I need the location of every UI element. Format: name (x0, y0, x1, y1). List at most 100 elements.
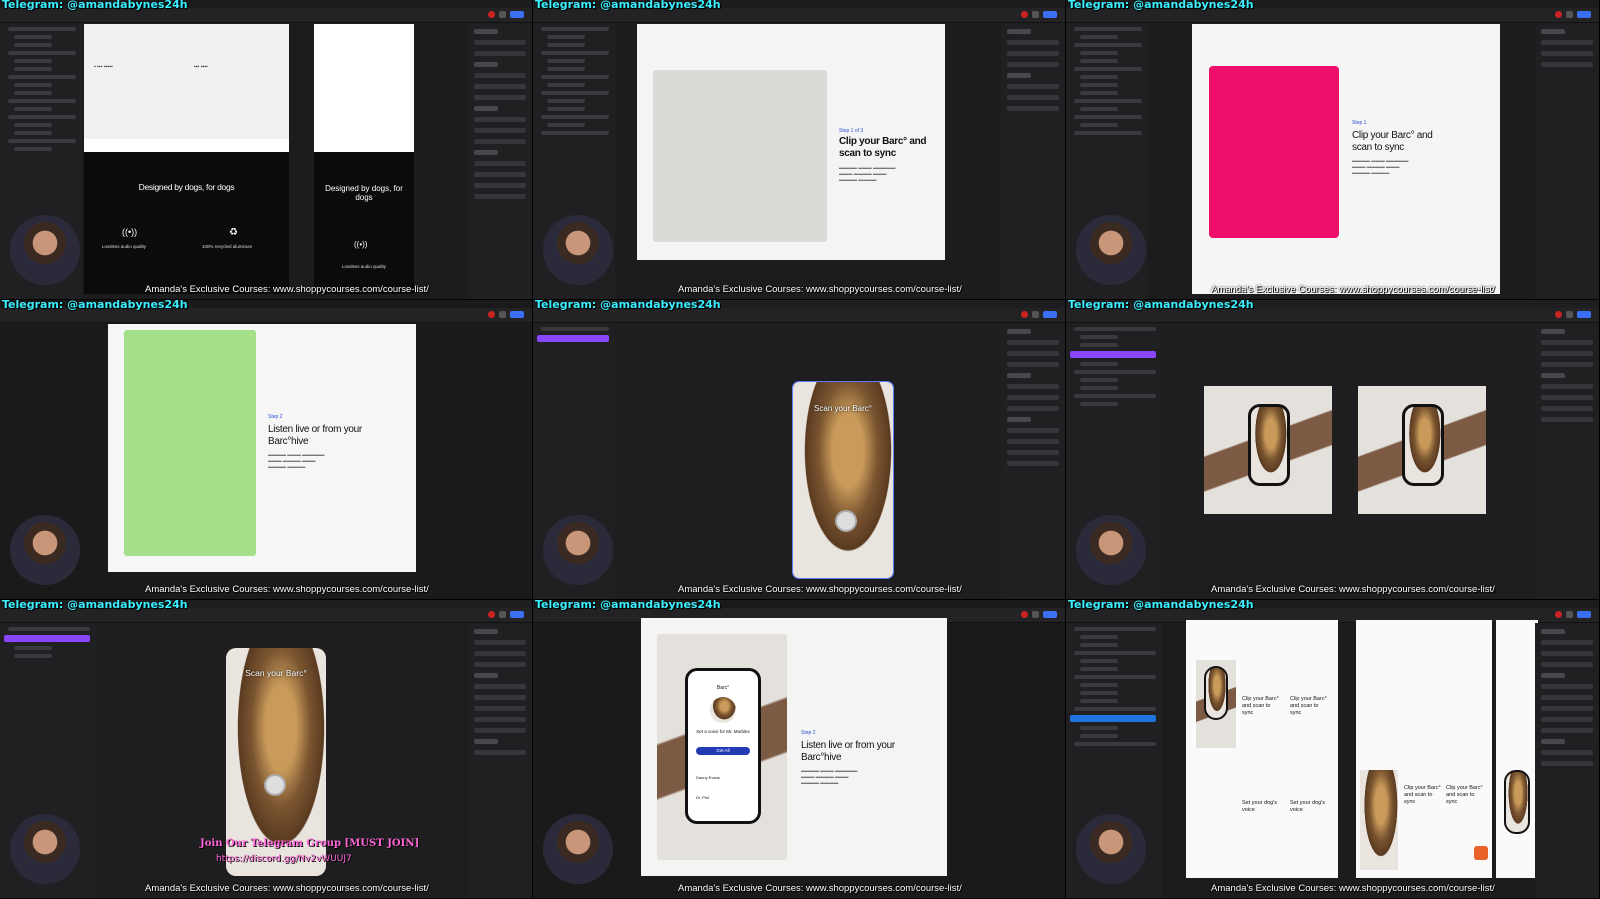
share-button[interactable] (510, 11, 524, 18)
telegram-overlay: Telegram: @amandabynes24h (1068, 0, 1254, 11)
design-canvas[interactable]: Step 1 of 3 Clip your Barc° and scan to … (637, 24, 945, 260)
telegram-join-text: Join Our Telegram Group [MUST JOIN] (200, 838, 420, 849)
play-icon[interactable] (499, 11, 506, 18)
mobile-feature-heading: Designed by dogs, for dogs (325, 184, 403, 202)
properties-panel (468, 623, 532, 898)
thumbnail-tile-6[interactable]: Telegram: @amandabynes24h Amanda's Exclu… (1066, 300, 1600, 600)
selected-layer[interactable] (4, 635, 90, 642)
telegram-overlay: Telegram: @amandabynes24h (535, 300, 721, 311)
play-icon[interactable] (499, 311, 506, 318)
presenter-webcam (10, 215, 80, 285)
hand-mockup: Barc° Set a voice for Mr. Marbles Get Al… (657, 634, 787, 860)
thumbnail-tile-9[interactable]: Telegram: @amandabynes24h Clip your Barc… (1066, 600, 1600, 899)
body-copy: ▬▬▬▬ ▬▬▬ ▬▬▬▬▬ ▬▬▬ ▬▬▬▬ ▬▬▬ ▬▬▬▬ ▬▬▬▬ (839, 165, 896, 182)
selected-layer[interactable] (1070, 351, 1156, 358)
phone-mockup: Barc° Set a voice for Mr. Marbles Get Al… (685, 668, 761, 824)
overlay-title: Scan your Barc° (814, 404, 872, 413)
play-icon[interactable] (1566, 311, 1573, 318)
mobile-canvas[interactable]: Designed by dogs, for dogs ((•)) Lossles… (314, 24, 414, 294)
presenter-webcam (10, 515, 80, 585)
share-button[interactable] (1577, 11, 1591, 18)
share-button[interactable] (1577, 311, 1591, 318)
design-canvas[interactable]: Step 1 Clip your Barc° and scan to sync … (1192, 24, 1500, 294)
body-copy: ▬▬▬▬ ▬▬▬ ▬▬▬▬▬ ▬▬▬ ▬▬▬▬ ▬▬▬ ▬▬▬▬ ▬▬▬▬ (268, 452, 325, 469)
phone-frame-canvas[interactable]: Scan your Barc° (792, 381, 894, 579)
telegram-overlay: Telegram: @amandabynes24h (535, 600, 721, 611)
thumbnail-tile-3[interactable]: Telegram: @amandabynes24h Step 1 Clip yo… (1066, 0, 1600, 300)
mobile-feature-label: Lossless audio quality (341, 264, 387, 269)
thumbnail-tile-2[interactable]: Telegram: @amandabynes24h Step 1 of 3 Cl… (533, 0, 1066, 300)
presenter-webcam (1076, 515, 1146, 585)
bottom-title-2: Set your dog's voice (1290, 800, 1325, 813)
list-item-phil[interactable]: Dr. Phil (696, 795, 709, 800)
mobile-audio-icon: ((•)) (354, 240, 368, 249)
mockup-frame-1[interactable] (1204, 386, 1332, 514)
share-button[interactable] (510, 611, 524, 618)
body-copy: ▬▬▬▬ ▬▬▬ ▬▬▬▬▬ ▬▬▬ ▬▬▬▬ ▬▬▬ ▬▬▬▬ ▬▬▬▬ (1352, 158, 1409, 175)
dog-photo (1360, 770, 1398, 870)
design-canvas[interactable]: Step 2 Listen live or from your Barc°hiv… (108, 324, 416, 572)
mockup-frame-2[interactable] (1358, 386, 1486, 514)
telegram-overlay: Telegram: @amandabynes24h (2, 0, 188, 11)
record-icon (1021, 11, 1028, 18)
properties-panel (1535, 623, 1599, 898)
phone-mockup (1204, 666, 1228, 720)
recycle-icon: ♻ (229, 227, 238, 238)
section-title: Listen live or from your Barc°hive (268, 424, 362, 447)
design-canvas[interactable]: ▪ ▪▪▪ ▪▪▪▪▪ ▪▪▪ ▪▪▪▪ Designed by dogs, f… (84, 24, 289, 294)
watermark-text: Amanda's Exclusive Courses: www.shoppyco… (145, 883, 429, 894)
thumbnail-tile-5[interactable]: Telegram: @amandabynes24h Scan your Barc… (533, 300, 1066, 600)
play-icon[interactable] (1566, 611, 1573, 618)
play-icon[interactable] (1032, 11, 1039, 18)
canvas-frame-2[interactable]: Clip your Barc° and scan to sync Clip yo… (1356, 620, 1492, 878)
thumbnail-tile-1[interactable]: Telegram: @amandabynes24h ▪ ▪▪▪ ▪▪▪▪▪ ▪▪… (0, 0, 533, 300)
record-icon (488, 311, 495, 318)
record-icon (1021, 611, 1028, 618)
play-icon[interactable] (1566, 11, 1573, 18)
presenter-webcam (10, 814, 80, 884)
properties-panel (1535, 23, 1599, 299)
record-icon (488, 11, 495, 18)
feature-heading: Designed by dogs, for dogs (138, 182, 235, 192)
list-item-danny[interactable]: Danny Evans (696, 775, 720, 780)
play-icon[interactable] (1032, 311, 1039, 318)
accent-card (1209, 66, 1339, 238)
share-button[interactable] (510, 311, 524, 318)
canvas-frame-3[interactable] (1496, 620, 1538, 878)
step-label: Step 2 (268, 414, 283, 420)
share-button[interactable] (1043, 11, 1057, 18)
presenter-webcam (543, 814, 613, 884)
stack-title-1: Clip your Barc° and scan to sync (1404, 785, 1441, 805)
record-icon (488, 611, 495, 618)
share-button[interactable] (1043, 311, 1057, 318)
body-copy: ▬▬▬▬ ▬▬▬ ▬▬▬▬▬ ▬▬▬ ▬▬▬▬ ▬▬▬ ▬▬▬▬ ▬▬▬▬ (801, 768, 858, 785)
thumbnail-tile-8[interactable]: Telegram: @amandabynes24h Barc° Set a vo… (533, 600, 1066, 899)
watermark-text: Amanda's Exclusive Courses: www.shoppyco… (1211, 883, 1495, 894)
selected-layer[interactable] (537, 335, 609, 342)
share-button[interactable] (1043, 611, 1057, 618)
share-button[interactable] (1577, 611, 1591, 618)
watermark-text: Amanda's Exclusive Courses: www.shoppyco… (678, 584, 962, 595)
presenter-webcam (543, 215, 613, 285)
play-icon[interactable] (499, 611, 506, 618)
get-all-button[interactable]: Get All (696, 747, 750, 755)
design-canvas[interactable]: Barc° Set a voice for Mr. Marbles Get Al… (641, 618, 947, 876)
thumbnail-tile-7[interactable]: Telegram: @amandabynes24h Scan your Barc… (0, 600, 533, 899)
play-icon[interactable] (1032, 611, 1039, 618)
step-label: Step 1 (1352, 120, 1367, 126)
bottom-title-1: Set your dog's voice (1242, 800, 1277, 813)
watermark-text: Amanda's Exclusive Courses: www.shoppyco… (678, 883, 962, 894)
figma-plugin-icon[interactable] (1474, 846, 1488, 860)
properties-panel (468, 23, 532, 299)
app-heading: Set a voice for Mr. Marbles (696, 729, 750, 734)
telegram-overlay: Telegram: @amandabynes24h (1068, 300, 1254, 311)
barc-device-icon (835, 510, 857, 532)
canvas-frame-1[interactable]: Clip your Barc° and scan to sync Clip yo… (1186, 620, 1338, 878)
thumbnail-tile-4[interactable]: Telegram: @amandabynes24h Step 2 Listen … (0, 300, 533, 600)
barc-device-icon (264, 774, 286, 796)
section-title: Clip your Barc° and scan to sync (839, 136, 927, 159)
selected-layer[interactable] (1070, 715, 1156, 722)
hand-mockup (1196, 660, 1236, 748)
discord-link[interactable]: https://discord.gg/Nv2vWUUJ7 (216, 854, 352, 864)
step-label: Step 1 of 3 (839, 128, 864, 134)
